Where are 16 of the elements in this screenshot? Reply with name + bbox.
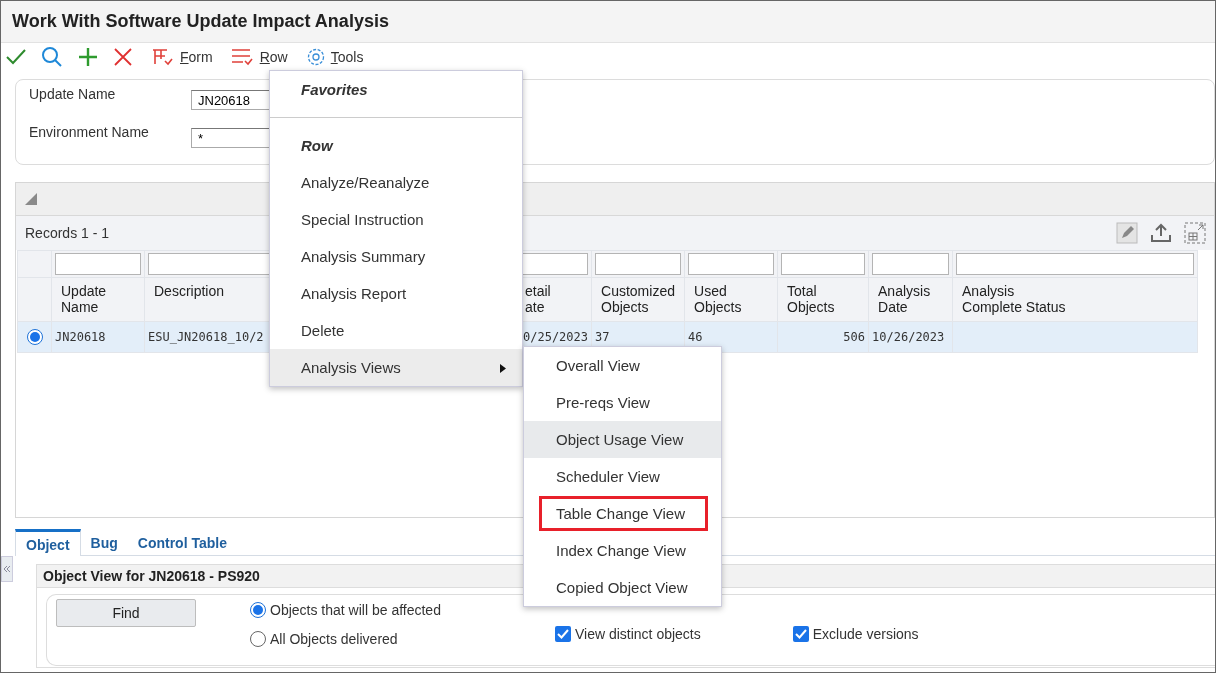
table-cell: 0/25/2023 bbox=[523, 330, 589, 344]
option-label: All Objects delivered bbox=[270, 631, 398, 647]
table-cell: 46 bbox=[688, 330, 703, 344]
table-cell: 506 bbox=[843, 330, 866, 344]
table-cell: JN20618 bbox=[55, 330, 106, 344]
records-count: Records 1 - 1 bbox=[25, 225, 110, 241]
panel-title: Object View for JN20618 - PS920 bbox=[43, 568, 260, 584]
option-label: Objects that will be affected bbox=[270, 602, 441, 618]
checkbox-label: Exclude versions bbox=[812, 625, 919, 642]
window-title: Work With Software Update Impact Analysis bbox=[12, 11, 389, 32]
table-cell: 10/26/2023 bbox=[872, 330, 945, 344]
table-cell: ESU_JN20618_10/2 bbox=[148, 330, 264, 344]
table-cell: 37 bbox=[595, 330, 610, 344]
field-label: Update Name bbox=[29, 86, 117, 104]
field-label: Environment Name bbox=[29, 124, 150, 142]
checkbox-label: View distinct objects bbox=[574, 625, 701, 642]
